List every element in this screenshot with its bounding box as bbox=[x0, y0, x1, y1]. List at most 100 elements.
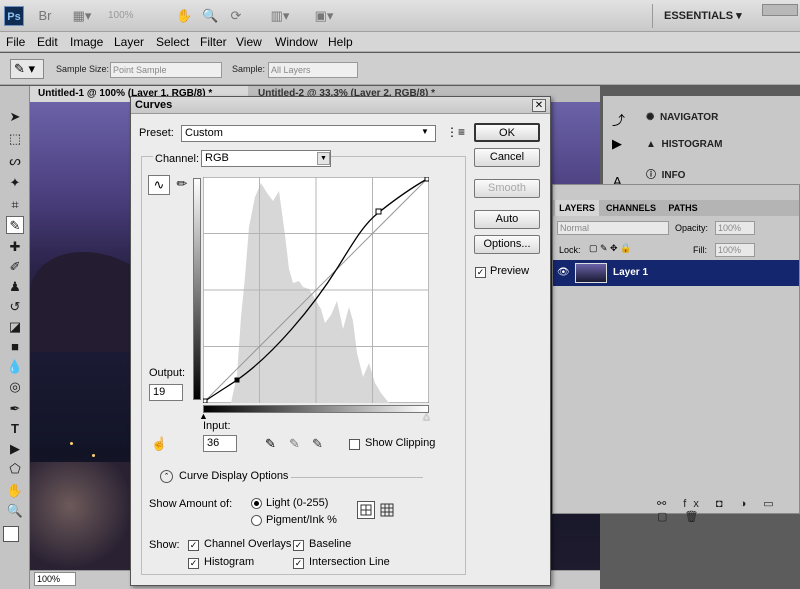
pencil-draw-mode-icon[interactable]: ✏ bbox=[174, 175, 190, 195]
screen-mode-icon[interactable]: ▣▾ bbox=[310, 7, 338, 25]
curve-point[interactable] bbox=[375, 208, 382, 215]
view-extras-icon[interactable]: ▦▾ bbox=[68, 7, 96, 25]
eraser-tool-icon[interactable]: ◪ bbox=[6, 318, 24, 336]
sample-size-select[interactable]: Point Sample bbox=[110, 62, 222, 78]
lock-icons[interactable]: ▢ ✎ ✥ 🔒 bbox=[589, 243, 631, 254]
curve-edit-mode-icon[interactable]: ∿ bbox=[148, 175, 170, 195]
pen-tool-icon[interactable]: ✒ bbox=[6, 400, 24, 418]
window-controls[interactable] bbox=[762, 4, 798, 16]
layer-row[interactable]: 👁 Layer 1 bbox=[553, 260, 799, 286]
menu-help[interactable]: Help bbox=[328, 35, 353, 49]
arrange-documents-icon[interactable]: ▥▾ bbox=[266, 7, 294, 25]
input-field[interactable]: 36 bbox=[203, 435, 237, 452]
black-eyedropper-icon[interactable]: ✎ bbox=[265, 436, 276, 452]
zoom-tool-icon[interactable]: 🔍 bbox=[6, 502, 24, 520]
preset-select[interactable]: Custom bbox=[181, 125, 436, 142]
white-point-slider-icon[interactable]: △ bbox=[423, 411, 430, 422]
menu-edit[interactable]: Edit bbox=[37, 35, 58, 49]
menu-image[interactable]: Image bbox=[70, 35, 103, 49]
output-field[interactable]: 19 bbox=[149, 384, 183, 401]
menu-window[interactable]: Window bbox=[275, 35, 318, 49]
channel-overlays-checkbox[interactable]: ✓ bbox=[188, 540, 199, 551]
eyedropper-tool-icon[interactable]: ✎ bbox=[6, 216, 24, 234]
tab-paths[interactable]: PATHS bbox=[663, 200, 703, 216]
type-tool-icon[interactable]: T bbox=[6, 420, 24, 438]
history-panel-icon[interactable]: ⤴ bbox=[612, 110, 625, 129]
show-clipping-checkbox[interactable] bbox=[349, 439, 360, 450]
chevron-down-icon[interactable]: ▼ bbox=[421, 127, 429, 136]
sample-select[interactable]: All Layers bbox=[268, 62, 358, 78]
smooth-button[interactable]: Smooth bbox=[474, 179, 540, 198]
hand-tool-icon[interactable]: ✋ bbox=[6, 482, 24, 500]
intersection-line-checkbox[interactable]: ✓ bbox=[293, 558, 304, 569]
actions-panel-icon[interactable]: ▶ bbox=[612, 136, 622, 152]
path-selection-tool-icon[interactable]: ▶ bbox=[6, 440, 24, 458]
healing-brush-tool-icon[interactable]: ✚ bbox=[6, 238, 24, 256]
curve-graph-svg[interactable] bbox=[202, 176, 430, 404]
preview-checkbox[interactable]: ✓ bbox=[475, 267, 486, 278]
menu-select[interactable]: Select bbox=[156, 35, 189, 49]
curve-display-options-toggle[interactable]: Curve Display Options bbox=[179, 470, 288, 482]
gray-eyedropper-icon[interactable]: ✎ bbox=[289, 436, 300, 452]
auto-button[interactable]: Auto bbox=[474, 210, 540, 229]
ok-button[interactable]: OK bbox=[474, 123, 540, 142]
curve-graph[interactable] bbox=[202, 176, 430, 404]
blend-mode-select[interactable]: Normal bbox=[557, 221, 669, 235]
dialog-title-bar[interactable]: Curves ✕ bbox=[131, 97, 550, 114]
curve-point-selected[interactable] bbox=[234, 377, 240, 383]
blur-tool-icon[interactable]: 💧 bbox=[6, 358, 24, 376]
chevron-down-icon[interactable]: ▼ bbox=[317, 152, 330, 165]
fill-field[interactable]: 100% bbox=[715, 243, 755, 257]
tab-channels[interactable]: CHANNELS bbox=[601, 200, 661, 216]
curve-point[interactable] bbox=[424, 176, 430, 182]
foreground-color-swatch[interactable] bbox=[3, 526, 19, 542]
curve-point[interactable] bbox=[202, 398, 208, 404]
zoom-tool-icon[interactable]: 🔍 bbox=[202, 7, 218, 25]
lasso-tool-icon[interactable]: ᔕ bbox=[6, 152, 24, 170]
white-eyedropper-icon[interactable]: ✎ bbox=[312, 436, 323, 452]
close-icon[interactable]: ✕ bbox=[532, 99, 546, 112]
eyedropper-preset-icon[interactable]: ✎ ▾ bbox=[10, 59, 44, 79]
on-image-adjust-icon[interactable]: ☝ bbox=[151, 436, 167, 452]
brush-tool-icon[interactable]: ✐ bbox=[6, 258, 24, 276]
info-panel-button[interactable]: ⓘ INFO bbox=[646, 166, 685, 181]
preset-options-icon[interactable]: ⋮≡ bbox=[446, 125, 465, 139]
channel-select[interactable]: RGB bbox=[201, 150, 331, 167]
histogram-checkbox[interactable]: ✓ bbox=[188, 558, 199, 569]
quick-selection-tool-icon[interactable]: ✦ bbox=[6, 174, 24, 192]
bridge-icon[interactable]: Br bbox=[36, 7, 54, 25]
hand-tool-icon[interactable]: ✋ bbox=[176, 7, 192, 25]
dodge-tool-icon[interactable]: ◎ bbox=[6, 378, 24, 396]
options-button[interactable]: Options... bbox=[474, 235, 540, 254]
menu-layer[interactable]: Layer bbox=[114, 35, 144, 49]
navigator-panel-button[interactable]: ✺ NAVIGATOR bbox=[646, 112, 718, 123]
simple-grid-icon[interactable] bbox=[357, 501, 375, 519]
visibility-eye-icon[interactable]: 👁 bbox=[557, 267, 570, 279]
opacity-field[interactable]: 100% bbox=[715, 221, 755, 235]
clone-stamp-tool-icon[interactable]: ♟ bbox=[6, 278, 24, 296]
menu-view[interactable]: View bbox=[236, 35, 262, 49]
baseline-checkbox[interactable]: ✓ bbox=[293, 540, 304, 551]
fx-icon[interactable]: fx bbox=[683, 498, 706, 510]
zoom-level-select[interactable]: 100% bbox=[108, 8, 158, 24]
light-radio[interactable] bbox=[251, 498, 262, 509]
move-tool-icon[interactable]: ➤ bbox=[6, 108, 24, 126]
gradient-tool-icon[interactable]: ■ bbox=[6, 338, 24, 356]
menu-filter[interactable]: Filter bbox=[200, 35, 227, 49]
crop-tool-icon[interactable]: ⌗ bbox=[6, 196, 24, 214]
history-brush-tool-icon[interactable]: ↺ bbox=[6, 298, 24, 316]
histogram-panel-button[interactable]: ▲ HISTOGRAM bbox=[646, 139, 722, 150]
menu-file[interactable]: File bbox=[6, 35, 25, 49]
status-zoom-field[interactable]: 100% bbox=[34, 572, 76, 586]
show-amount-label: Show Amount of: bbox=[149, 498, 233, 510]
detailed-grid-icon[interactable] bbox=[379, 502, 395, 518]
pigment-radio[interactable] bbox=[251, 515, 262, 526]
tab-layers[interactable]: LAYERS bbox=[555, 200, 599, 216]
rotate-view-icon[interactable]: ⟳ bbox=[228, 7, 244, 25]
cancel-button[interactable]: Cancel bbox=[474, 148, 540, 167]
workspace-switcher[interactable]: ESSENTIALS ▾ bbox=[664, 9, 742, 22]
collapse-chevron-icon[interactable]: ⌃ bbox=[160, 470, 173, 483]
layers-footer-icons[interactable]: ⚯ fx ◘ ◑ ▭ ▢ 🗑 bbox=[657, 497, 799, 523]
marquee-tool-icon[interactable]: ⬚ bbox=[6, 130, 24, 148]
shape-tool-icon[interactable]: ⬠ bbox=[6, 460, 24, 478]
